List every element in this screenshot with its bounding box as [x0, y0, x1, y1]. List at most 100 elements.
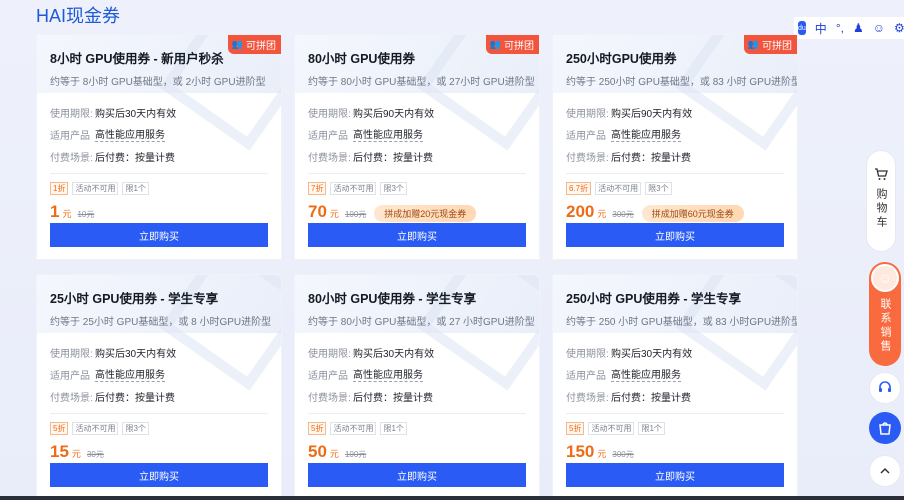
- discount-tag: 5折: [50, 422, 69, 435]
- smile-icon[interactable]: ☺: [873, 21, 885, 35]
- period-value: 购买后30天内有效: [611, 348, 693, 360]
- sidebar-cart[interactable]: 购物车: [866, 150, 896, 252]
- price-unit: 元: [329, 209, 339, 219]
- card-title: 25小时 GPU使用券 - 学生专享: [50, 292, 219, 306]
- period-label: 使用期限:: [50, 108, 93, 120]
- card-subtitle: 约等于 250小时 GPU基础型，或 83 小时 GPU进阶型: [566, 77, 798, 88]
- group-icon: 👥: [747, 39, 759, 49]
- product-link[interactable]: 高性能应用服务: [353, 366, 423, 382]
- product-link[interactable]: 高性能应用服务: [95, 366, 165, 382]
- billing-value: 后付费：按量计费: [353, 152, 433, 164]
- group-buy-badge: 👥 可拼团: [743, 35, 797, 54]
- limit-tag: 活动不可用: [330, 182, 377, 195]
- product-link[interactable]: 高性能应用服务: [95, 126, 165, 142]
- limit-tag: 活动不可用: [72, 422, 119, 435]
- divider: [566, 173, 784, 174]
- price-unit: 元: [597, 209, 607, 219]
- buy-now-button[interactable]: 立即购买: [308, 463, 526, 487]
- billing-label: 付费场景:: [50, 392, 93, 404]
- card-header: 25小时 GPU使用券 - 学生专享 约等于 25小时 GPU基础型，或 8 小…: [37, 275, 281, 333]
- period-label: 使用期限:: [308, 348, 351, 360]
- period-value: 购买后90天内有效: [353, 108, 435, 120]
- period-value: 购买后30天内有效: [95, 108, 177, 120]
- discount-tag: 5折: [308, 422, 327, 435]
- buy-now-button[interactable]: 立即购买: [566, 463, 784, 487]
- promo-badge: 拼成加赠60元现金券: [641, 205, 744, 222]
- limit-tag: 限3个: [122, 422, 149, 435]
- card-header: 250小时 GPU使用券 - 学生专享 约等于 250 小时 GPU基础型，或 …: [553, 275, 797, 333]
- limit-tag: 活动不可用: [588, 422, 635, 435]
- tag-list: 5折 活动不可用 限1个: [308, 422, 526, 435]
- tag-list: 5折 活动不可用 限3个: [50, 422, 268, 435]
- price-value: 150: [566, 442, 595, 461]
- sidebar-contact-sales[interactable]: ☺ 联系销售: [869, 262, 901, 366]
- price-row: 1 元 10元: [50, 202, 268, 224]
- product-label: 适用产品: [50, 370, 90, 382]
- product-link[interactable]: 高性能应用服务: [353, 126, 423, 142]
- group-icon: 👥: [489, 39, 501, 49]
- billing-value: 后付费：按量计费: [611, 152, 691, 164]
- arrow-up-icon[interactable]: [869, 455, 901, 487]
- cart-icon: [874, 167, 888, 184]
- price-value: 70: [308, 202, 327, 221]
- discount-tag: 1折: [50, 182, 69, 195]
- card-header: 80小时 GPU使用券 - 学生专享 约等于 80小时 GPU基础型，或 27 …: [295, 275, 539, 333]
- card-subtitle: 约等于 8小时 GPU基础型，或 2小时 GPU进阶型: [50, 77, 266, 88]
- card-title: 80小时 GPU使用券 - 学生专享: [308, 292, 477, 306]
- billing-value: 后付费：按量计费: [95, 392, 175, 404]
- original-price: 10元: [77, 210, 95, 219]
- horizontal-scrollbar[interactable]: [0, 496, 904, 500]
- buy-now-button[interactable]: 立即购买: [566, 223, 784, 247]
- shop-icon[interactable]: [869, 412, 901, 444]
- price-unit: 元: [62, 209, 72, 219]
- price-value: 1: [50, 202, 60, 221]
- price-row: 15 元 30元: [50, 442, 268, 464]
- original-price: 300元: [612, 210, 634, 219]
- period-value: 购买后30天内有效: [95, 348, 177, 360]
- user-icon[interactable]: ♟: [853, 21, 864, 35]
- limit-tag: 限1个: [122, 182, 149, 195]
- avatar: ☺: [871, 264, 899, 292]
- price-row: 70 元 100元 拼成加赠20元现金券: [308, 202, 526, 224]
- buy-now-button[interactable]: 立即购买: [308, 223, 526, 247]
- section-title: HAI现金券: [36, 6, 121, 26]
- coupon-card: 👥 可拼团 8小时 GPU使用券 - 新用户秒杀 约等于 8小时 GPU基础型，或…: [36, 34, 282, 260]
- period-label: 使用期限:: [308, 108, 351, 120]
- limit-tag: 活动不可用: [330, 422, 377, 435]
- price-row: 200 元 300元 拼成加赠60元现金券: [566, 202, 784, 224]
- price-value: 15: [50, 442, 69, 461]
- card-subtitle: 约等于 80小时 GPU基础型，或 27小时 GPU进阶型: [308, 77, 535, 88]
- moon-icon[interactable]: °,: [836, 21, 844, 35]
- original-price: 100元: [344, 210, 367, 219]
- product-label: 适用产品: [50, 130, 90, 142]
- product-label: 适用产品: [566, 370, 606, 382]
- product-label: 适用产品: [308, 130, 348, 142]
- period-label: 使用期限:: [566, 108, 609, 120]
- divider: [566, 413, 784, 414]
- limit-tag: 活动不可用: [72, 182, 119, 195]
- product-link[interactable]: 高性能应用服务: [611, 126, 681, 142]
- card-header: 👥 可拼团 80小时 GPU使用券 约等于 80小时 GPU基础型，或 27小时 …: [295, 35, 539, 93]
- period-value: 购买后90天内有效: [611, 108, 693, 120]
- billing-label: 付费场景:: [566, 392, 609, 404]
- coupon-card: 80小时 GPU使用券 - 学生专享 约等于 80小时 GPU基础型，或 27 …: [294, 274, 540, 500]
- tag-list: 5折 活动不可用 限1个: [566, 422, 784, 435]
- settings-icon[interactable]: ⚙: [894, 21, 904, 35]
- sales-label: 联系销售: [879, 298, 891, 354]
- coupon-card: 👥 可拼团 80小时 GPU使用券 约等于 80小时 GPU基础型，或 27小时 …: [294, 34, 540, 260]
- limit-tag: 活动不可用: [595, 182, 642, 195]
- price-unit: 元: [71, 449, 81, 459]
- buy-now-button[interactable]: 立即购买: [50, 223, 268, 247]
- card-subtitle: 约等于 250 小时 GPU基础型，或 83 小时GPU进阶型: [566, 317, 798, 328]
- product-link[interactable]: 高性能应用服务: [611, 366, 681, 382]
- promo-badge: 拼成加赠20元现金券: [374, 205, 477, 222]
- billing-label: 付费场景:: [308, 392, 351, 404]
- du-logo-icon[interactable]: du: [798, 21, 806, 35]
- headset-icon[interactable]: [869, 372, 901, 404]
- language-toggle[interactable]: 中: [815, 20, 827, 37]
- price-unit: 元: [329, 449, 339, 459]
- billing-label: 付费场景:: [50, 152, 93, 164]
- group-icon: 👥: [231, 39, 243, 49]
- buy-now-button[interactable]: 立即购买: [50, 463, 268, 487]
- group-buy-badge: 👥 可拼团: [485, 35, 539, 54]
